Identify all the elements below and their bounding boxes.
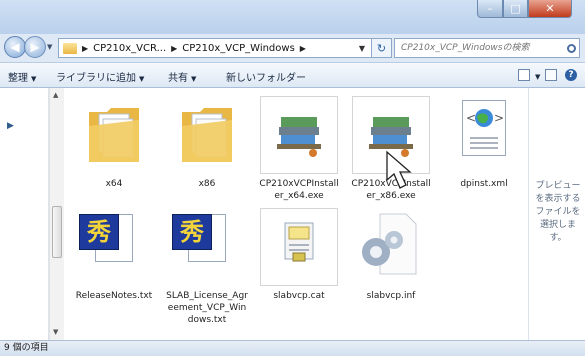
explorer-window: – □ ✕ ◀ ▶ ▼ ▶ CP210x_VCR... ▶ CP210x_VCP…	[0, 0, 585, 356]
installer-icon	[277, 117, 321, 157]
chevron-down-icon: ▼	[191, 75, 197, 83]
back-button[interactable]: ◀	[4, 36, 26, 58]
view-options-icon[interactable]	[518, 69, 530, 81]
folder-icon	[182, 108, 232, 162]
forward-button[interactable]: ▶	[24, 36, 46, 58]
chevron-down-icon: ▼	[139, 75, 145, 83]
organize-label: 整理	[8, 73, 28, 84]
file-name: x86	[198, 179, 216, 189]
file-item[interactable]: 秀 SLAB_License_Agreement_VCP_Windows.txt	[166, 208, 248, 326]
search-input[interactable]	[399, 42, 563, 54]
share-label: 共有	[168, 73, 188, 84]
title-bar: – □ ✕	[0, 0, 585, 34]
add-to-library-label: ライブラリに追加	[56, 73, 136, 84]
scroll-up-icon[interactable]: ▲	[53, 91, 58, 99]
scroll-thumb[interactable]	[52, 206, 62, 258]
svg-text:>: >	[494, 111, 504, 125]
file-item[interactable]: x64	[73, 96, 155, 190]
chevron-down-icon[interactable]: ▼	[359, 44, 365, 53]
exe-thumbnail	[260, 96, 338, 174]
chevron-down-icon: ▼	[31, 75, 37, 83]
organize-menu[interactable]: 整理 ▼	[8, 69, 36, 84]
maximize-button[interactable]: □	[503, 0, 528, 18]
view-options-dropdown[interactable]: ▼	[532, 71, 540, 82]
search-icon[interactable]	[567, 43, 576, 53]
back-arrow-icon: ◀	[10, 40, 20, 54]
maximize-icon: □	[510, 2, 521, 15]
inf-thumbnail	[352, 208, 430, 286]
file-name: SLAB_License_Agreement_VCP_Windows.txt	[166, 291, 248, 325]
command-bar: 整理 ▼ ライブラリに追加 ▼ 共有 ▼ 新しいフォルダー ▼ ?	[0, 62, 585, 88]
file-name: x64	[105, 179, 123, 189]
preview-message: プレビューを表示するファイルを選択します。	[535, 181, 581, 243]
chevron-right-icon[interactable]: ▶	[82, 44, 88, 53]
search-box[interactable]	[394, 38, 580, 58]
file-item[interactable]: < > dpinst.xml	[443, 96, 525, 190]
close-icon: ✕	[545, 2, 555, 15]
refresh-icon: ↻	[376, 41, 387, 55]
txt-thumbnail: 秀	[168, 208, 246, 286]
file-name: slabvcp.cat	[273, 291, 325, 301]
chevron-down-icon: ▼	[535, 73, 541, 81]
preview-pane-icon[interactable]	[545, 69, 557, 81]
chevron-right-icon[interactable]: ▶	[300, 44, 306, 53]
new-folder-label: 新しいフォルダー	[226, 73, 306, 84]
folder-thumbnail	[168, 96, 246, 174]
item-count: 9 個の項目	[4, 343, 49, 353]
xml-thumbnail: < >	[445, 96, 523, 174]
file-name: CP210xVCPInstaller_x64.exe	[259, 179, 339, 201]
file-item[interactable]: CP210xVCPInstaller_x64.exe	[258, 96, 340, 202]
folder-icon	[89, 108, 139, 162]
cat-thumbnail	[260, 208, 338, 286]
scroll-down-icon[interactable]: ▼	[53, 328, 58, 336]
refresh-button[interactable]: ↻	[372, 38, 392, 58]
expand-arrow-icon[interactable]: ▶	[7, 121, 14, 131]
minimize-icon: –	[487, 2, 493, 15]
file-item[interactable]: slabvcp.inf	[350, 208, 432, 302]
folder-icon	[63, 42, 77, 54]
help-icon[interactable]: ?	[565, 69, 577, 81]
forward-arrow-icon: ▶	[30, 40, 40, 54]
add-to-library-menu[interactable]: ライブラリに追加 ▼	[56, 69, 144, 84]
chevron-right-icon[interactable]: ▶	[171, 44, 177, 53]
hidemaru-icon: 秀	[79, 214, 119, 250]
navigation-pane: ▶	[0, 88, 49, 340]
file-name: dpinst.xml	[460, 179, 508, 189]
scrollbar[interactable]: ▲ ▼	[49, 88, 64, 340]
status-bar: 9 個の項目	[0, 340, 585, 356]
share-menu[interactable]: 共有 ▼	[168, 69, 196, 84]
preview-pane: プレビューを表示するファイルを選択します。	[528, 88, 585, 340]
recent-pages-dropdown[interactable]: ▼	[47, 43, 52, 51]
file-name: ReleaseNotes.txt	[75, 291, 153, 301]
xml-document-icon: < >	[462, 100, 506, 156]
breadcrumb-item[interactable]: CP210x_VCP_Windows	[182, 43, 295, 54]
address-bar[interactable]: ▶ CP210x_VCR... ▶ CP210x_VCP_Windows ▶ ▼	[58, 38, 372, 58]
file-item[interactable]: 秀 ReleaseNotes.txt	[73, 208, 155, 302]
file-name: slabvcp.inf	[366, 291, 416, 301]
file-item[interactable]: slabvcp.cat	[258, 208, 340, 302]
minimize-button[interactable]: –	[477, 0, 503, 18]
mouse-cursor-icon	[386, 150, 412, 189]
folder-thumbnail	[75, 96, 153, 174]
setup-information-icon	[362, 213, 417, 275]
security-catalog-icon	[284, 222, 314, 262]
new-folder-button[interactable]: 新しいフォルダー	[226, 69, 306, 84]
breadcrumb-item[interactable]: CP210x_VCR...	[93, 43, 166, 54]
close-button[interactable]: ✕	[528, 0, 572, 18]
txt-thumbnail: 秀	[75, 208, 153, 286]
svg-text:<: <	[466, 111, 476, 125]
file-item[interactable]: x86	[166, 96, 248, 190]
hidemaru-icon: 秀	[172, 214, 212, 250]
